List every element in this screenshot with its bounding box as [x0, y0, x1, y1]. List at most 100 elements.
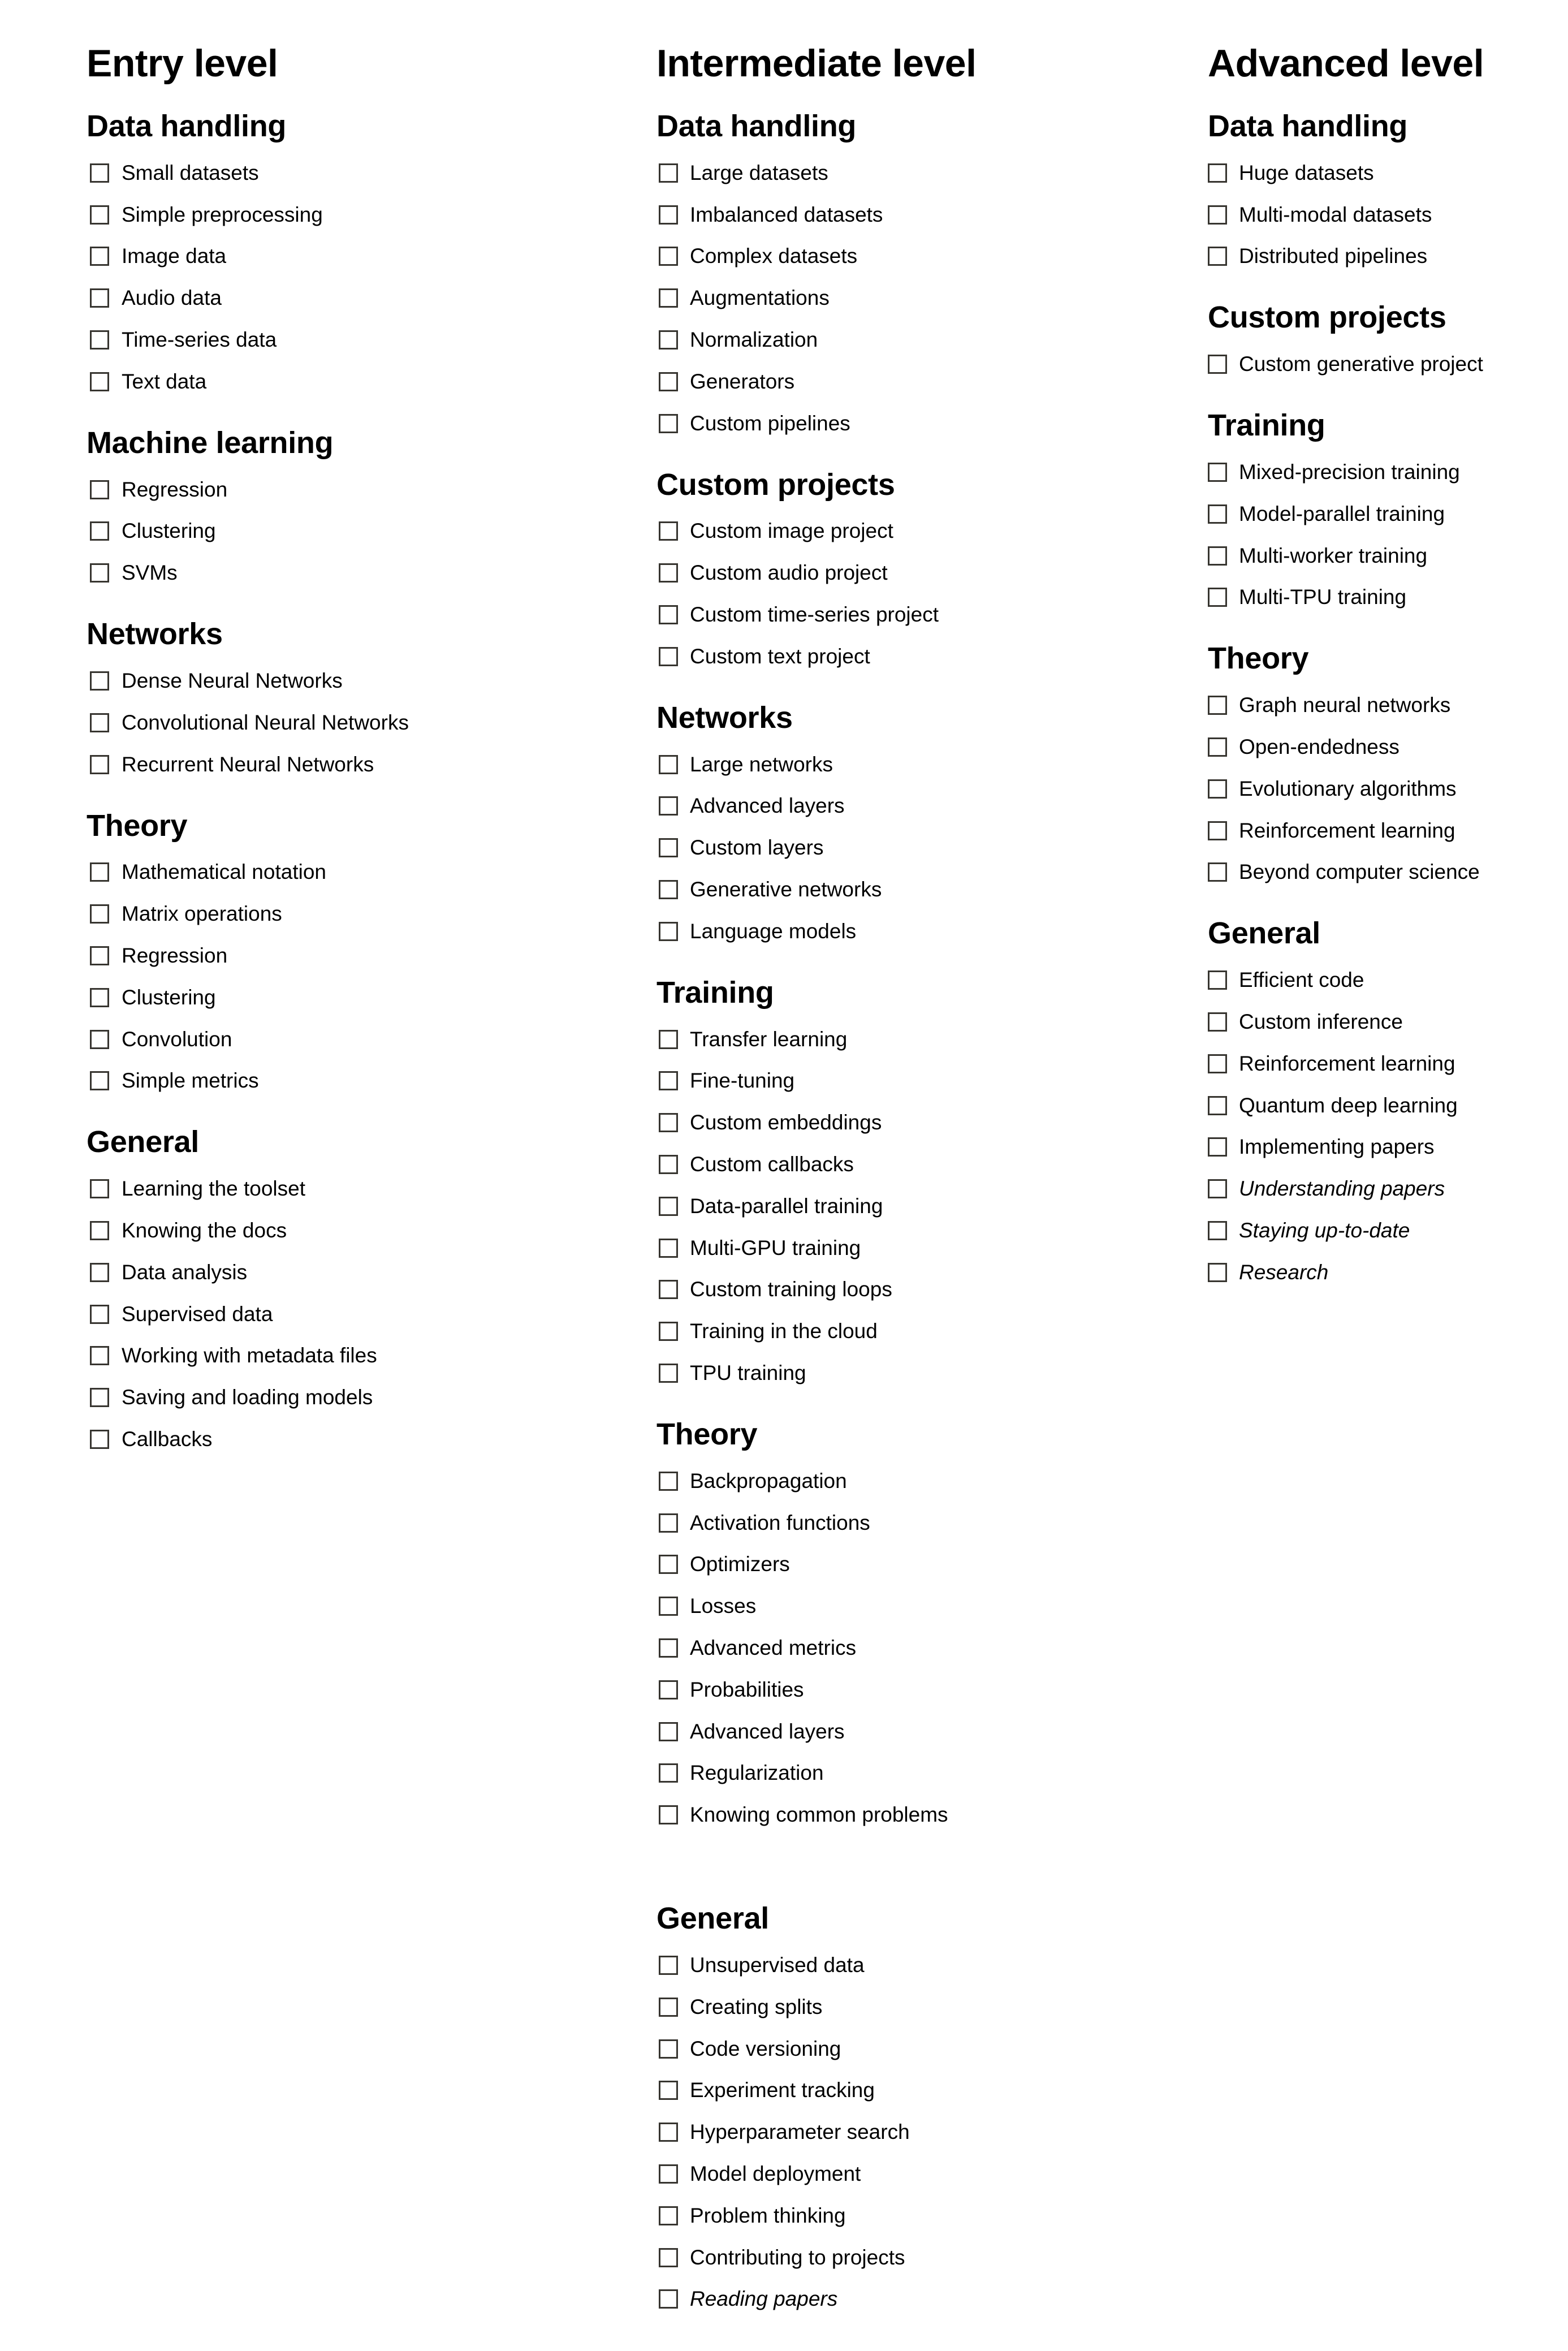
- checklist-item[interactable]: Knowing the docs: [87, 1210, 595, 1252]
- checkbox-unchecked-icon[interactable]: [659, 1280, 678, 1300]
- checklist-item[interactable]: Research: [1208, 1252, 1564, 1293]
- checklist-item[interactable]: Advanced layers: [656, 786, 1165, 827]
- checkbox-unchecked-icon[interactable]: [90, 1430, 109, 1450]
- checklist-item[interactable]: Multi-GPU training: [656, 1227, 1165, 1269]
- checkbox-unchecked-icon[interactable]: [90, 671, 109, 691]
- checkbox-unchecked-icon[interactable]: [659, 1322, 678, 1341]
- checkbox-unchecked-icon[interactable]: [90, 1179, 109, 1199]
- checklist-item[interactable]: Custom embeddings: [656, 1102, 1165, 1144]
- checkbox-unchecked-icon[interactable]: [90, 946, 109, 966]
- checklist-item[interactable]: Transfer learning: [656, 1019, 1165, 1060]
- checkbox-unchecked-icon[interactable]: [659, 1196, 678, 1216]
- checkbox-unchecked-icon[interactable]: [90, 1304, 109, 1324]
- checklist-item[interactable]: Quantum deep learning: [1208, 1085, 1564, 1127]
- checkbox-unchecked-icon[interactable]: [1208, 247, 1227, 266]
- checkbox-unchecked-icon[interactable]: [1208, 1262, 1227, 1282]
- checkbox-unchecked-icon[interactable]: [90, 247, 109, 266]
- checkbox-unchecked-icon[interactable]: [659, 838, 678, 858]
- checkbox-unchecked-icon[interactable]: [659, 1722, 678, 1741]
- checkbox-unchecked-icon[interactable]: [90, 987, 109, 1007]
- checklist-item[interactable]: Understanding papers: [1208, 1168, 1564, 1210]
- checkbox-unchecked-icon[interactable]: [659, 1364, 678, 1383]
- checkbox-unchecked-icon[interactable]: [659, 2248, 678, 2267]
- checklist-item[interactable]: Fine-tuning: [656, 1060, 1165, 1102]
- checkbox-unchecked-icon[interactable]: [659, 1597, 678, 1616]
- checklist-item[interactable]: Reading papers: [656, 2278, 1165, 2320]
- checklist-item[interactable]: Convolution: [87, 1019, 595, 1060]
- checklist-item[interactable]: Huge datasets: [1208, 152, 1564, 194]
- checklist-item[interactable]: Large datasets: [656, 152, 1165, 194]
- checkbox-unchecked-icon[interactable]: [659, 2289, 678, 2309]
- checkbox-unchecked-icon[interactable]: [1208, 1221, 1227, 1241]
- checklist-item[interactable]: Experiment tracking: [656, 2069, 1165, 2111]
- checkbox-unchecked-icon[interactable]: [1208, 779, 1227, 799]
- checkbox-unchecked-icon[interactable]: [659, 1238, 678, 1258]
- checklist-item[interactable]: Losses: [656, 1585, 1165, 1627]
- checkbox-unchecked-icon[interactable]: [659, 413, 678, 433]
- checkbox-unchecked-icon[interactable]: [1208, 463, 1227, 482]
- checkbox-unchecked-icon[interactable]: [1208, 696, 1227, 715]
- checkbox-unchecked-icon[interactable]: [659, 330, 678, 350]
- checkbox-unchecked-icon[interactable]: [1208, 504, 1227, 524]
- checklist-item[interactable]: Multi-worker training: [1208, 535, 1564, 577]
- checkbox-unchecked-icon[interactable]: [659, 1113, 678, 1133]
- checklist-item[interactable]: Supervised data: [87, 1293, 595, 1335]
- checkbox-unchecked-icon[interactable]: [1208, 1054, 1227, 1073]
- checkbox-unchecked-icon[interactable]: [90, 205, 109, 225]
- checklist-item[interactable]: Simple metrics: [87, 1060, 595, 1102]
- checklist-item[interactable]: Hyperparameter search: [656, 2111, 1165, 2153]
- checkbox-unchecked-icon[interactable]: [659, 1029, 678, 1049]
- checkbox-unchecked-icon[interactable]: [90, 862, 109, 882]
- checklist-item[interactable]: Optimizers: [656, 1544, 1165, 1586]
- checkbox-unchecked-icon[interactable]: [1208, 862, 1227, 882]
- checkbox-unchecked-icon[interactable]: [1208, 737, 1227, 757]
- checkbox-unchecked-icon[interactable]: [659, 247, 678, 266]
- checklist-item[interactable]: Regression: [87, 469, 595, 511]
- checkbox-unchecked-icon[interactable]: [1208, 205, 1227, 225]
- checklist-item[interactable]: Custom image project: [656, 511, 1165, 553]
- checkbox-unchecked-icon[interactable]: [1208, 355, 1227, 374]
- checklist-item[interactable]: Backpropagation: [656, 1460, 1165, 1502]
- checklist-item[interactable]: Problem thinking: [656, 2195, 1165, 2237]
- checklist-item[interactable]: Mixed-precision training: [1208, 451, 1564, 493]
- checklist-item[interactable]: Language models: [656, 911, 1165, 952]
- checkbox-unchecked-icon[interactable]: [659, 1071, 678, 1091]
- checklist-item[interactable]: Saving and loading models: [87, 1377, 595, 1418]
- checklist-item[interactable]: Code versioning: [656, 2028, 1165, 2070]
- checklist-item[interactable]: Text data: [87, 361, 595, 403]
- checklist-item[interactable]: Open-endedness: [1208, 726, 1564, 768]
- checklist-item[interactable]: Evolutionary algorithms: [1208, 768, 1564, 810]
- checklist-item[interactable]: Simple preprocessing: [87, 194, 595, 236]
- checkbox-unchecked-icon[interactable]: [659, 1955, 678, 1975]
- checklist-item[interactable]: Distributed pipelines: [1208, 236, 1564, 278]
- checklist-item[interactable]: Efficient code: [1208, 959, 1564, 1001]
- checkbox-unchecked-icon[interactable]: [90, 904, 109, 924]
- checkbox-unchecked-icon[interactable]: [1208, 821, 1227, 840]
- checklist-item[interactable]: Data-parallel training: [656, 1185, 1165, 1227]
- checklist-item[interactable]: Normalization: [656, 319, 1165, 361]
- checkbox-unchecked-icon[interactable]: [659, 2164, 678, 2184]
- checkbox-unchecked-icon[interactable]: [90, 1221, 109, 1241]
- checkbox-unchecked-icon[interactable]: [90, 372, 109, 391]
- checklist-item[interactable]: Implementing papers: [1208, 1127, 1564, 1168]
- checklist-item[interactable]: Reinforcement learning: [1208, 1043, 1564, 1085]
- checklist-item[interactable]: Augmentations: [656, 277, 1165, 319]
- checkbox-unchecked-icon[interactable]: [659, 1471, 678, 1491]
- checklist-item[interactable]: Complex datasets: [656, 236, 1165, 278]
- checkbox-unchecked-icon[interactable]: [659, 2206, 678, 2225]
- checklist-item[interactable]: Contributing to projects: [656, 2237, 1165, 2279]
- checklist-item[interactable]: Knowing common problems: [656, 1794, 1165, 1836]
- checkbox-unchecked-icon[interactable]: [659, 1638, 678, 1658]
- checkbox-unchecked-icon[interactable]: [659, 1763, 678, 1783]
- checkbox-unchecked-icon[interactable]: [90, 480, 109, 499]
- checklist-item[interactable]: Mathematical notation: [87, 852, 595, 894]
- checklist-item[interactable]: Audio data: [87, 277, 595, 319]
- checklist-item[interactable]: Graph neural networks: [1208, 684, 1564, 726]
- checkbox-unchecked-icon[interactable]: [1208, 1179, 1227, 1199]
- checklist-item[interactable]: Matrix operations: [87, 893, 595, 935]
- checklist-item[interactable]: Model-parallel training: [1208, 493, 1564, 535]
- checklist-item[interactable]: Custom generative project: [1208, 343, 1564, 385]
- checkbox-unchecked-icon[interactable]: [659, 521, 678, 541]
- checkbox-unchecked-icon[interactable]: [90, 1029, 109, 1049]
- checkbox-unchecked-icon[interactable]: [1208, 546, 1227, 566]
